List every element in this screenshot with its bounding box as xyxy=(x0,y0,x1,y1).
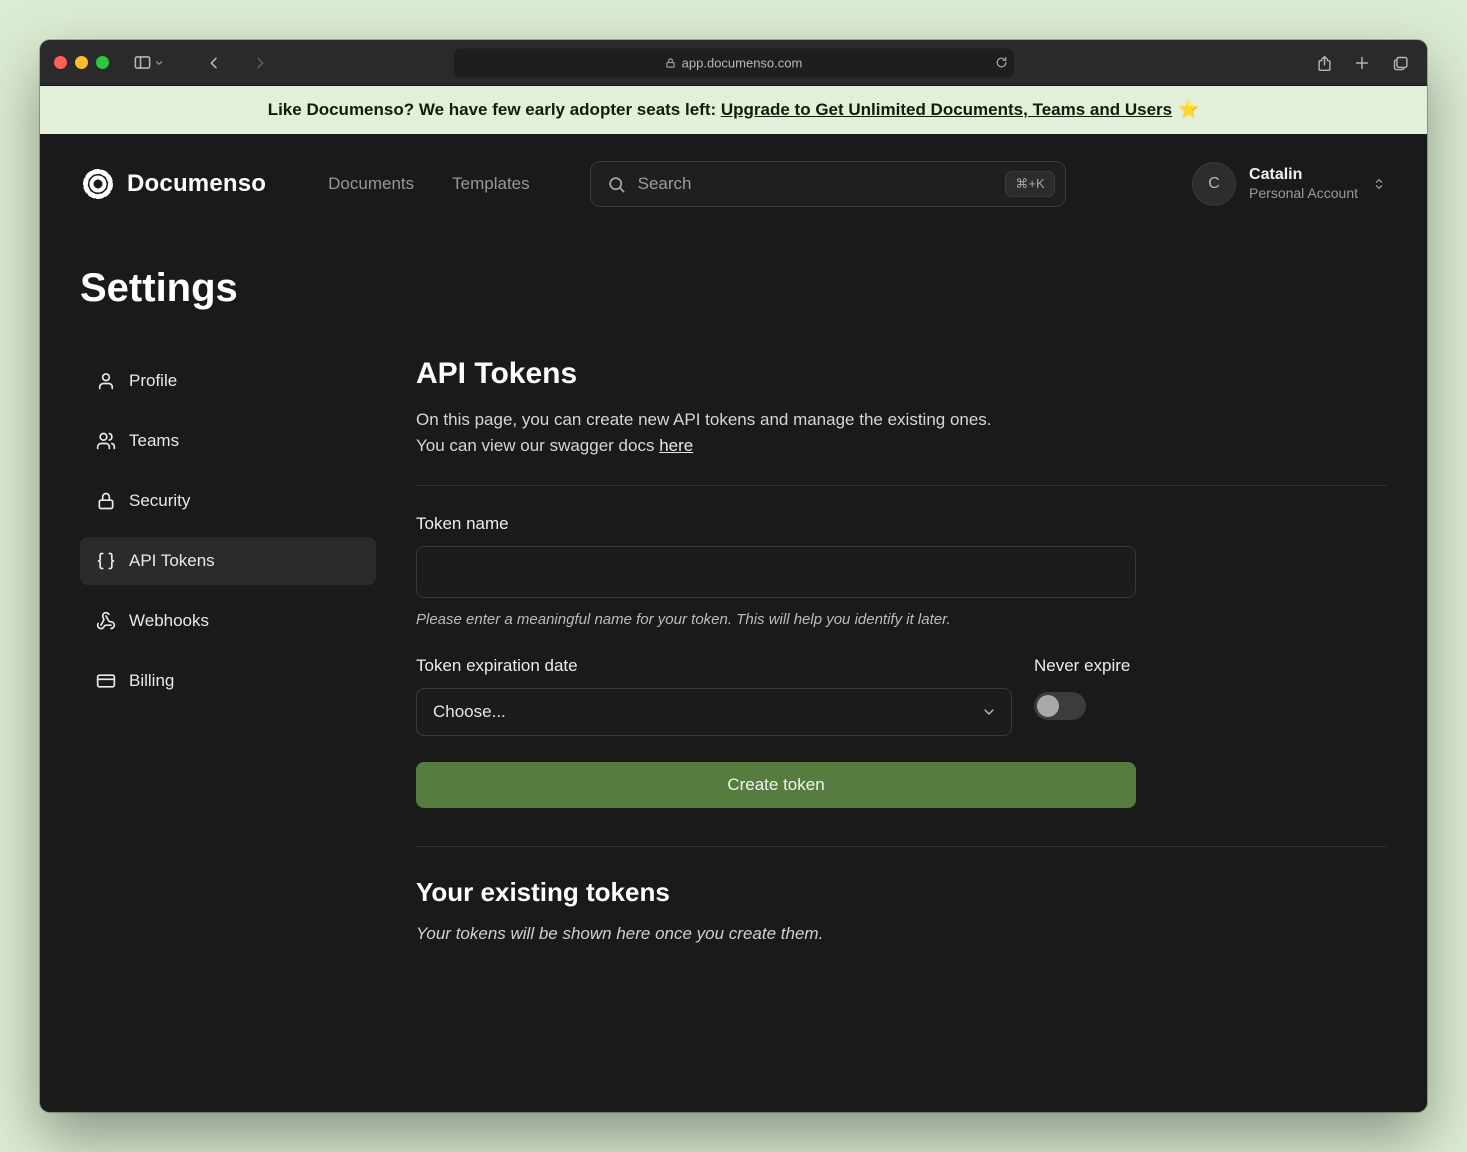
back-button-icon[interactable] xyxy=(199,49,229,77)
share-icon[interactable] xyxy=(1309,49,1339,77)
search-placeholder: Search xyxy=(638,174,1006,194)
braces-icon xyxy=(96,551,116,571)
promo-text: Like Documenso? We have few early adopte… xyxy=(268,100,721,120)
forward-button-icon[interactable] xyxy=(245,49,275,77)
address-bar[interactable]: app.documenso.com xyxy=(454,48,1014,77)
documenso-logo-icon xyxy=(80,166,116,202)
sidebar-item-label: Webhooks xyxy=(129,611,209,631)
api-tokens-panel: API Tokens On this page, you can create … xyxy=(416,357,1387,944)
sidebar-item-label: API Tokens xyxy=(129,551,215,571)
upgrade-link[interactable]: Upgrade to Get Unlimited Documents, Team… xyxy=(721,100,1172,120)
expiration-label: Token expiration date xyxy=(416,656,1012,676)
brand-name: Documenso xyxy=(127,170,266,198)
create-token-button[interactable]: Create token xyxy=(416,762,1136,808)
sidebar-item-security[interactable]: Security xyxy=(80,477,376,525)
toggle-knob xyxy=(1037,695,1059,717)
sidebar-menu-chevron-icon[interactable] xyxy=(151,49,167,77)
existing-tokens-empty-text: Your tokens will be shown here once you … xyxy=(416,924,1387,944)
sidebar-item-webhooks[interactable]: Webhooks xyxy=(80,597,376,645)
account-type: Personal Account xyxy=(1249,185,1358,203)
sidebar-item-label: Profile xyxy=(129,371,177,391)
description-line1: On this page, you can create new API tok… xyxy=(416,410,992,429)
account-name: Catalin xyxy=(1249,165,1358,185)
users-icon xyxy=(96,431,116,451)
section-heading: API Tokens xyxy=(416,357,1387,391)
app-main: Documenso Documents Templates Search ⌘+K… xyxy=(40,134,1427,1112)
expiration-column: Token expiration date Choose... xyxy=(416,656,1012,736)
nav-documents[interactable]: Documents xyxy=(328,174,414,194)
swagger-docs-link[interactable]: here xyxy=(659,436,693,455)
app-header: Documenso Documents Templates Search ⌘+K… xyxy=(80,134,1387,212)
sidebar-item-teams[interactable]: Teams xyxy=(80,417,376,465)
token-name-input[interactable] xyxy=(416,546,1136,598)
section-description: On this page, you can create new API tok… xyxy=(416,407,1387,459)
avatar: C xyxy=(1192,162,1236,206)
account-menu-trigger[interactable]: C Catalin Personal Account xyxy=(1192,162,1387,206)
tab-overview-icon[interactable] xyxy=(1385,49,1415,77)
expiration-row: Token expiration date Choose... Never ex… xyxy=(416,656,1136,736)
chevron-down-icon xyxy=(981,704,997,720)
refresh-icon[interactable] xyxy=(995,56,1008,69)
chrome-right-controls xyxy=(1309,40,1415,86)
webhook-icon xyxy=(96,611,116,631)
divider xyxy=(416,846,1387,847)
existing-tokens-heading: Your existing tokens xyxy=(416,877,1387,908)
brand-logo[interactable]: Documenso xyxy=(80,166,266,202)
user-icon xyxy=(96,371,116,391)
top-nav: Documents Templates xyxy=(328,174,529,194)
lock-icon xyxy=(665,57,676,68)
star-emoji: ⭐ xyxy=(1178,100,1199,120)
search-input[interactable]: Search ⌘+K xyxy=(590,161,1066,207)
nav-templates[interactable]: Templates xyxy=(452,174,529,194)
never-expire-label: Never expire xyxy=(1034,656,1130,676)
expiration-select[interactable]: Choose... xyxy=(416,688,1012,736)
credit-card-icon xyxy=(96,671,116,691)
sidebar-item-api-tokens[interactable]: API Tokens xyxy=(80,537,376,585)
sidebar-item-profile[interactable]: Profile xyxy=(80,357,376,405)
browser-chrome: app.documenso.com xyxy=(40,40,1427,86)
close-window-button[interactable] xyxy=(54,56,67,69)
page-title: Settings xyxy=(80,266,1387,311)
divider xyxy=(416,485,1387,486)
history-nav xyxy=(199,49,275,77)
description-line2: You can view our swagger docs xyxy=(416,436,659,455)
search-icon xyxy=(607,175,626,194)
expiration-selected-value: Choose... xyxy=(433,702,506,722)
promo-banner: Like Documenso? We have few early adopte… xyxy=(40,86,1427,134)
account-meta: Catalin Personal Account xyxy=(1249,165,1358,203)
token-name-label: Token name xyxy=(416,514,1387,534)
sidebar-item-billing[interactable]: Billing xyxy=(80,657,376,705)
token-name-hint: Please enter a meaningful name for your … xyxy=(416,611,1387,628)
sidebar-item-label: Billing xyxy=(129,671,174,691)
settings-sidebar: Profile Teams Security xyxy=(80,357,376,944)
browser-window: app.documenso.com Like Documenso? We hav… xyxy=(40,40,1427,1112)
never-expire-toggle[interactable] xyxy=(1034,692,1086,720)
zoom-window-button[interactable] xyxy=(96,56,109,69)
never-expire-column: Never expire xyxy=(1034,656,1130,736)
sidebar-item-label: Teams xyxy=(129,431,179,451)
url-text: app.documenso.com xyxy=(682,55,803,70)
settings-body: Profile Teams Security xyxy=(80,357,1387,944)
lock-icon xyxy=(96,491,116,511)
new-tab-icon[interactable] xyxy=(1347,49,1377,77)
traffic-lights xyxy=(54,56,109,69)
sidebar-item-label: Security xyxy=(129,491,190,511)
minimize-window-button[interactable] xyxy=(75,56,88,69)
search-shortcut-badge: ⌘+K xyxy=(1005,171,1054,197)
chevrons-up-down-icon xyxy=(1371,176,1387,192)
